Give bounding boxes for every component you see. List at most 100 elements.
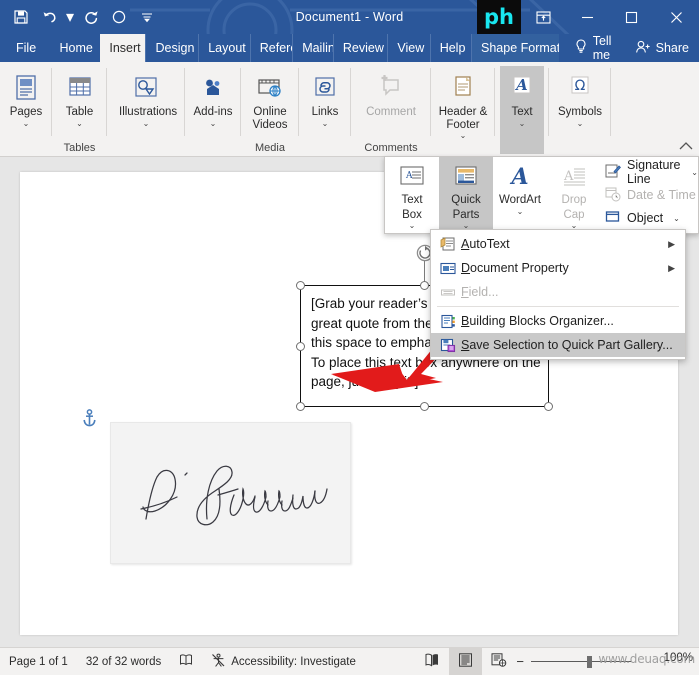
share-person-icon [635,40,651,57]
illustrations-button[interactable]: Illustrations ⌄ [113,66,179,128]
quick-parts-menu: AutoText ▶ Document Property ▶ Field... … [430,229,686,360]
selection-handle-tl[interactable] [296,281,305,290]
addins-button[interactable]: Add-ins ⌄ [185,66,241,128]
menu-item-save-selection[interactable]: Save Selection to Quick Part Gallery... [431,333,685,357]
date-time-row: Date & Time [605,184,698,206]
save-selection-icon [435,338,461,353]
comments-group-label: Comments [364,142,418,154]
object-label: Object [627,211,664,225]
tab-review[interactable]: Review [332,34,388,62]
pages-button[interactable]: Pages ⌄ [0,66,54,128]
header-footer-button[interactable]: Header & Footer ⌄ [431,66,495,140]
save-icon[interactable] [8,5,34,29]
wordart-button[interactable]: A WordArt ⌄ [493,157,547,233]
pages-caret-icon[interactable]: ⌄ [23,119,30,128]
links-caret-icon[interactable]: ⌄ [322,119,329,128]
object-caret-icon[interactable]: ⌄ [673,214,680,223]
tables-group-label: Tables [63,142,96,154]
circle-icon[interactable] [106,5,132,29]
maximize-icon[interactable] [609,0,653,34]
tab-layout[interactable]: Layout [198,34,250,62]
table-label: Table [65,106,94,118]
selection-handle-bl[interactable] [296,402,305,411]
links-button[interactable]: Links ⌄ [297,66,353,128]
share-button[interactable]: Share [635,34,699,62]
ribbon-group-illustrations: Illustrations ⌄ [107,62,185,156]
autotext-submenu-icon: ▶ [668,238,675,249]
accessibility-status[interactable]: Accessibility: Investigate [202,648,365,675]
accessibility-icon [211,653,226,671]
autotext-label: AutoText [461,237,510,251]
read-mode-icon [424,653,440,670]
ribbon-group-tables: Table ⌄ Tables [52,62,107,156]
customize-quick-access-icon[interactable] [134,5,160,29]
tab-help[interactable]: Help [429,34,471,62]
signature-image[interactable] [110,422,351,564]
tab-references[interactable]: Referei [249,34,292,62]
signature-line-caret-icon[interactable]: ⌄ [691,168,698,177]
menu-item-building-blocks-organizer[interactable]: Building Blocks Organizer... [431,309,685,333]
menu-item-document-property[interactable]: Document Property ▶ [431,256,685,280]
illustrations-caret-icon[interactable]: ⌄ [143,119,150,128]
svg-text:A: A [509,164,528,190]
close-icon[interactable] [653,0,699,34]
tab-home[interactable]: Home [47,34,100,62]
building-blocks-organizer-icon [435,314,461,329]
read-mode-button[interactable] [415,648,449,675]
collapse-ribbon-icon[interactable] [679,141,693,154]
web-layout-button[interactable] [482,648,516,675]
web-layout-icon [491,653,507,670]
undo-icon[interactable] [36,5,62,29]
text-box-caret-icon[interactable]: ⌄ [409,221,416,230]
quick-parts-button[interactable]: Quick Parts ⌄ [439,157,493,233]
drop-cap-label-2: Cap [563,208,585,221]
document-property-submenu-icon: ▶ [668,262,675,273]
zoom-out-button[interactable]: − [516,654,524,669]
symbols-caret-icon[interactable]: ⌄ [577,119,584,128]
tell-me-box[interactable]: Tell me [559,34,635,62]
word-count[interactable]: 32 of 32 words [77,648,170,675]
ribbon-tabs: File Home Insert Design Layout Referei M… [0,34,699,62]
text-caret-icon[interactable]: ⌄ [519,119,526,128]
ribbon: Pages ⌄ Table ⌄ Tables Illustrations ⌄ A… [0,62,699,157]
signature-line-row[interactable]: Signature Line ⌄ [605,158,698,186]
tab-insert[interactable]: Insert [100,34,146,62]
table-icon [65,69,95,103]
undo-dropdown-icon[interactable]: ▾ [64,5,76,29]
selection-handle-br[interactable] [544,402,553,411]
menu-item-field: Field... [431,280,685,304]
zoom-slider-thumb[interactable] [587,655,592,668]
selection-handle-ml[interactable] [296,342,305,351]
date-time-label: Date & Time [627,188,696,202]
tab-design[interactable]: Design [145,34,198,62]
quick-access-toolbar[interactable]: ▾ [0,5,160,29]
online-videos-button[interactable]: Online Videos [241,66,299,131]
addins-caret-icon[interactable]: ⌄ [210,119,217,128]
redo-icon[interactable] [78,5,104,29]
symbols-button[interactable]: Ω Symbols ⌄ [552,66,608,128]
tab-view[interactable]: View [387,34,429,62]
text-box-icon: A [398,162,426,192]
illustrations-label: Illustrations [119,106,178,118]
wordart-caret-icon[interactable]: ⌄ [517,207,524,216]
selection-handle-tm[interactable] [420,281,429,290]
page-indicator[interactable]: Page 1 of 1 [0,648,77,675]
minimize-icon[interactable] [565,0,609,34]
ph-logo: ph [477,0,521,34]
proofing-button[interactable] [170,648,202,675]
ribbon-display-options-icon[interactable] [521,0,565,34]
text-box-button[interactable]: A Text Box ⌄ [385,157,439,233]
tab-mailings[interactable]: Mailinɡ [292,34,333,62]
object-row[interactable]: Object ⌄ [605,207,698,229]
tab-file[interactable]: File [0,34,47,62]
table-caret-icon[interactable]: ⌄ [76,119,83,128]
links-label: Links [311,106,339,118]
text-label: Text [511,106,533,118]
header-footer-caret-icon[interactable]: ⌄ [460,131,467,140]
selection-handle-bm[interactable] [420,402,429,411]
print-layout-button[interactable] [449,648,483,675]
text-button[interactable]: A Text ⌄ [500,66,544,154]
menu-item-autotext[interactable]: AutoText ▶ [431,232,685,256]
tab-shape-format[interactable]: Shape Format [471,34,559,62]
table-button[interactable]: Table ⌄ [52,66,108,128]
